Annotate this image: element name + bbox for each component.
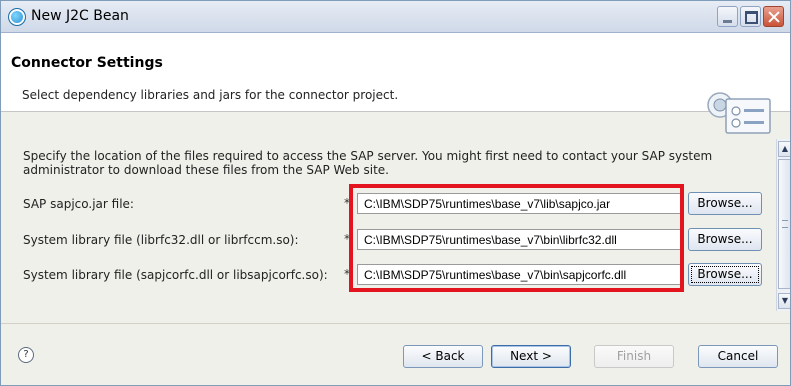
- wizard-settings-icon: [707, 92, 771, 134]
- browse-librfc-button[interactable]: Browse...: [688, 228, 762, 251]
- page-description: Select dependency libraries and jars for…: [22, 88, 399, 102]
- sapjcorfc-label: System library file (sapjcorfc.dll or li…: [23, 268, 328, 282]
- browse-sapjcorfc-button[interactable]: Browse...: [688, 263, 762, 286]
- wizard-banner: Connector Settings Select dependency lib…: [1, 33, 790, 134]
- back-button[interactable]: < Back: [403, 345, 483, 368]
- close-button[interactable]: [763, 6, 784, 27]
- dialog-window: New J2C Bean Connector Settings Select d…: [0, 0, 791, 386]
- scroll-up-icon[interactable]: ▲: [778, 141, 790, 157]
- window-title: New J2C Bean: [31, 8, 129, 24]
- scroll-thumb[interactable]: [778, 159, 790, 289]
- highlight-box: [349, 184, 684, 292]
- intro-text: Specify the location of the files requir…: [23, 149, 713, 177]
- title-bar[interactable]: New J2C Bean: [1, 1, 790, 33]
- button-bar-divider: [1, 323, 790, 324]
- next-button[interactable]: Next >: [491, 345, 571, 368]
- help-icon[interactable]: ?: [18, 347, 34, 363]
- page-title: Connector Settings: [11, 55, 163, 71]
- app-icon: [8, 8, 26, 26]
- browse-sapjco-button[interactable]: Browse...: [688, 192, 762, 215]
- minimize-button[interactable]: [717, 6, 738, 27]
- cancel-button[interactable]: Cancel: [698, 345, 778, 368]
- librfc-label: System library file (librfc32.dll or lib…: [23, 233, 299, 247]
- finish-button[interactable]: Finish: [594, 345, 674, 368]
- vertical-scrollbar[interactable]: ▲ ▼: [776, 139, 790, 311]
- maximize-button[interactable]: [740, 6, 761, 27]
- scroll-down-icon[interactable]: ▼: [778, 293, 790, 309]
- sapjco-jar-label: SAP sapjco.jar file:: [23, 197, 134, 211]
